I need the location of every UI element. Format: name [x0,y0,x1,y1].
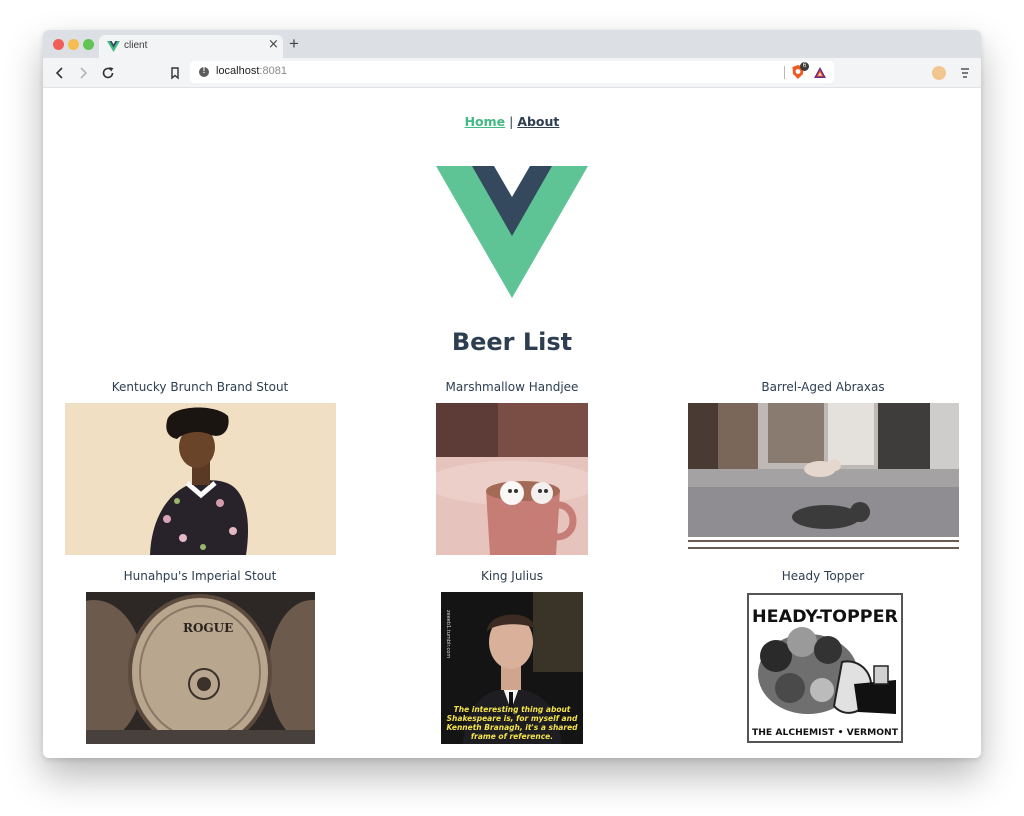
beer-image-heady-topper: HEADY-TOPPER THE ALCHEMIST • VERMONT [746,592,904,744]
url-divider [784,66,785,79]
beer-name: King Julius [481,569,543,583]
profile-avatar[interactable] [932,66,946,80]
site-info-icon[interactable]: ! [199,66,209,77]
tab-close-icon[interactable]: × [268,37,279,53]
main-nav: Home | About [43,114,981,129]
side-caption: zeeeb1.tumblr.com [445,610,451,658]
tab-title: client [124,40,148,51]
beer-image-hunahpus-imperial-stout: ROGUE [86,592,315,744]
url-text[interactable]: localhost:8081 [216,65,287,77]
beer-name: Heady Topper [781,569,865,583]
bookmark-icon[interactable] [168,66,182,80]
beer-image-marshmallow-handjee [436,403,588,555]
browser-toolbar: ! localhost:8081 6 [43,58,981,88]
caption-line-4: frame of reference. [471,732,553,741]
nav-home-link[interactable]: Home [465,114,506,129]
vue-logo [436,166,588,298]
page-content: Home | About Beer List Kentucky Brunch B… [43,88,981,758]
beer-image-barrel-aged-abraxas [688,403,959,555]
beer-name: Marshmallow Handjee [445,380,579,394]
address-bar[interactable]: ! localhost:8081 6 [190,61,834,83]
browser-window: client × + ! localhost:8081 6 Home | Abo… [43,30,981,758]
beer-name: Barrel-Aged Abraxas [761,380,885,394]
new-tab-button[interactable]: + [289,35,299,53]
vue-favicon-icon [107,41,120,52]
close-window-button[interactable] [53,39,64,50]
menu-icon[interactable] [961,67,969,79]
caption-line-1: The interesting thing about [454,705,571,714]
back-arrow-icon[interactable] [53,66,67,80]
page-title: Beer List [451,328,573,356]
beer-image-kentucky-brunch [65,403,336,555]
reload-icon[interactable] [101,66,115,80]
caption-line-3: Kenneth Branagh, it's a shared [446,723,578,732]
beer-name: Kentucky Brunch Brand Stout [111,380,289,394]
bat-rewards-icon[interactable] [813,66,827,79]
rogue-barrel-label: ROGUE [183,621,233,635]
beer-name: Hunahpu's Imperial Stout [123,569,277,583]
forward-arrow-icon[interactable] [76,66,90,80]
caption-line-2: Shakespeare is, for myself and [447,714,578,723]
nav-separator: | [505,114,518,129]
heady-topper-subtitle: THE ALCHEMIST • VERMONT [752,728,899,738]
beer-image-king-julius: zeeeb1.tumblr.com The interesting thing … [441,592,583,744]
tab-bar: client × + [43,30,981,58]
minimize-window-button[interactable] [68,39,79,50]
shield-badge: 6 [800,62,809,71]
heady-topper-title: HEADY-TOPPER [752,607,898,627]
tab-client[interactable]: client × [99,35,283,58]
maximize-window-button[interactable] [83,39,94,50]
nav-about-link[interactable]: About [517,114,559,129]
